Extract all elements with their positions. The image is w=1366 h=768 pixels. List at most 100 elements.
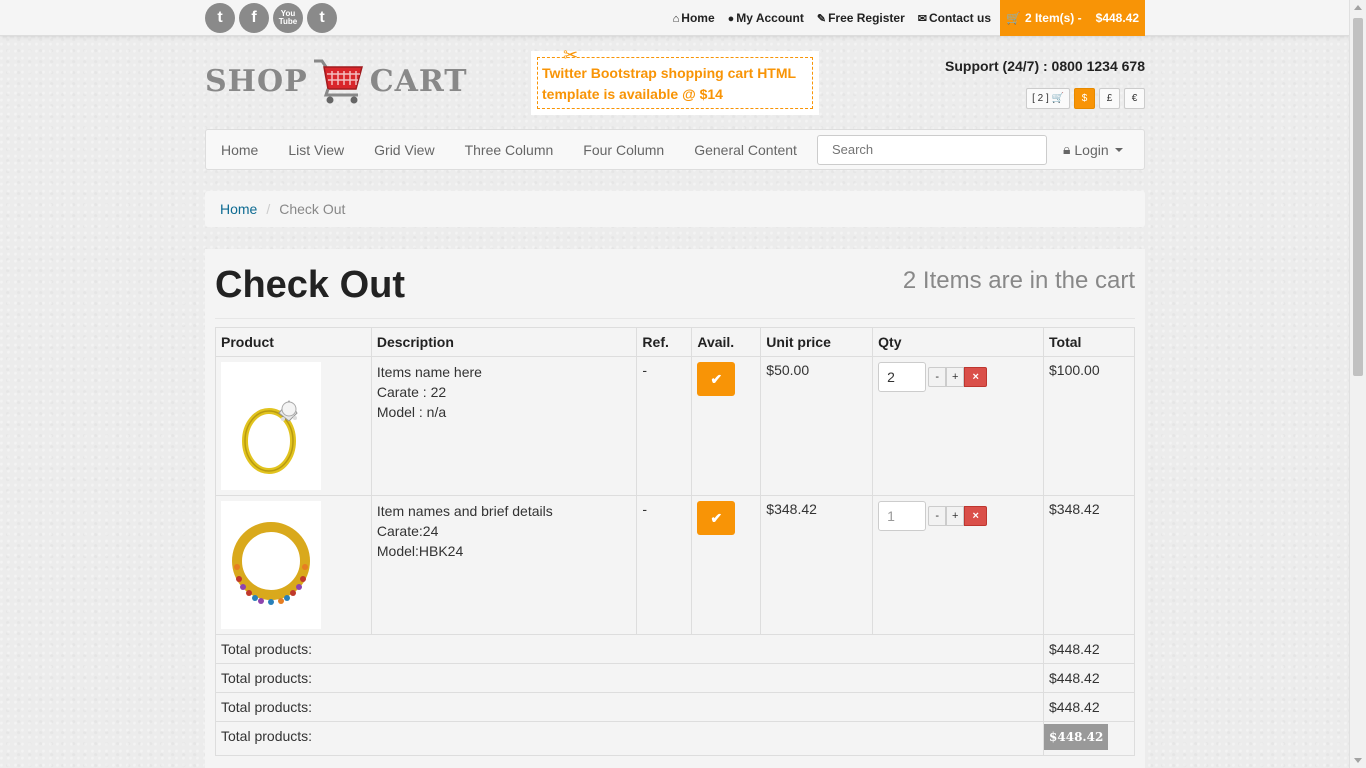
nav-item-three-column[interactable]: Three Column (450, 142, 569, 158)
page-scrollbar[interactable] (1349, 0, 1366, 768)
scrollbar-thumb[interactable] (1353, 18, 1363, 376)
nav-item-grid-view[interactable]: Grid View (359, 142, 449, 158)
product-model: Model : n/a (376, 404, 447, 420)
cart-summary-button[interactable]: 🛒 2 Item(s) - $448.42 (1000, 0, 1145, 36)
tumblr-icon[interactable]: t (307, 3, 337, 33)
site-logo[interactable]: SHOP CART (205, 56, 468, 106)
increase-qty-button[interactable]: + (946, 506, 965, 526)
top-link-home-label: Home (681, 11, 715, 25)
top-link-register-label: Free Register (828, 11, 905, 25)
totals-value: $448.42 (1043, 692, 1135, 722)
nav-item-general-content[interactable]: General Content (679, 142, 812, 158)
totals-label: Total products: (214, 634, 1045, 664)
nav-item-list-view[interactable]: List View (273, 142, 359, 158)
product-ref: - (636, 495, 693, 635)
login-label: Login (1074, 141, 1109, 158)
breadcrumb-separator: / (266, 201, 271, 217)
header-total: Total (1043, 327, 1135, 357)
currency-usd-button[interactable]: $ (1074, 88, 1095, 109)
check-icon[interactable]: ✔ (697, 501, 736, 535)
increase-qty-button[interactable]: + (946, 367, 965, 387)
user-icon: ● (727, 13, 735, 25)
product-cell (215, 356, 372, 496)
mini-cart-count: [ 2 ] (1032, 93, 1049, 104)
remove-item-button[interactable]: × (964, 506, 988, 526)
promo-banner[interactable]: ✂ Twitter Bootstrap shopping cart HTML t… (531, 45, 819, 115)
header-unit-price: Unit price (760, 327, 874, 357)
cart-items-count: 2 Item(s) - (1024, 11, 1082, 25)
page-title: Check Out (215, 264, 406, 306)
currency-gbp-button[interactable]: £ (1099, 88, 1120, 109)
currency-eur-button[interactable]: € (1124, 88, 1145, 109)
header-qty: Qty (872, 327, 1045, 357)
product-cell (215, 495, 372, 635)
totals-label: Total products: (214, 663, 1045, 693)
top-link-home[interactable]: ⌂ Home (673, 11, 715, 25)
youtube-icon[interactable]: You Tube (273, 3, 303, 33)
product-carate: Carate:24 (376, 523, 439, 539)
scroll-up-icon[interactable] (1354, 5, 1362, 10)
lock-icon: 🔒︎ (1062, 141, 1071, 157)
totals-label: Total products: (214, 692, 1045, 722)
top-link-register[interactable]: ✎ Free Register (817, 11, 905, 25)
search-input[interactable] (816, 134, 1047, 165)
mini-cart-button[interactable]: [ 2 ] 🛒 (1026, 88, 1070, 109)
totals-row: Total products: $448.42 (214, 634, 1135, 664)
top-bar: t f You Tube t ⌂ Home ● My Account ✎ Free R… (0, 0, 1349, 36)
scroll-down-icon[interactable] (1354, 758, 1362, 763)
decrease-qty-button[interactable]: - (928, 367, 947, 387)
grand-total-cell: $448.42 (1043, 721, 1135, 756)
decrease-qty-button[interactable]: - (928, 506, 947, 526)
shopping-basket-icon (312, 57, 366, 105)
product-avail-cell: ✔ (691, 495, 762, 635)
product-unit-price: $50.00 (760, 356, 874, 496)
product-qty-cell: - + × (872, 356, 1045, 496)
top-links: ⌂ Home ● My Account ✎ Free Register ✉ Contac… (673, 0, 991, 36)
top-link-account[interactable]: ● My Account (728, 11, 804, 25)
nav-item-four-column[interactable]: Four Column (568, 142, 679, 158)
remove-item-button[interactable]: × (964, 367, 988, 387)
twitter-icon[interactable]: t (205, 3, 235, 33)
check-icon[interactable]: ✔ (697, 362, 736, 396)
product-model: Model:HBK24 (376, 543, 464, 559)
quantity-input[interactable] (878, 501, 927, 531)
logo-text-right: CART (369, 63, 468, 99)
breadcrumb-current: Check Out (279, 201, 346, 217)
cart-count-text: 2 Items are in the cart (902, 267, 1135, 294)
cart-table: Product Description Ref. Avail. Unit pri… (214, 327, 1135, 756)
grand-total-badge: $448.42 (1044, 724, 1109, 750)
header-description: Description (370, 327, 638, 357)
cart-icon: 🛒 (1051, 93, 1064, 104)
header-avail: Avail. (691, 327, 762, 357)
product-description: Item names and brief details Carate:24 M… (370, 495, 638, 635)
shopping-cart-icon: 🛒 (1006, 11, 1021, 25)
nav-item-home[interactable]: Home (206, 142, 273, 158)
totals-row: Total products: $448.42 (214, 721, 1135, 756)
product-image-necklace[interactable] (221, 501, 321, 629)
table-row: Items name here Carate : 22 Model : n/a … (215, 356, 1135, 496)
cart-total-price: $448.42 (1095, 11, 1140, 25)
product-image-ring[interactable] (221, 362, 321, 490)
currency-switcher: [ 2 ] 🛒 $ £ € (1026, 88, 1145, 109)
facebook-icon[interactable]: f (239, 3, 269, 33)
product-avail-cell: ✔ (691, 356, 762, 496)
breadcrumb-home-link[interactable]: Home (220, 201, 257, 217)
promo-text: Twitter Bootstrap shopping cart HTML tem… (537, 57, 813, 109)
header-product: Product (215, 327, 372, 357)
product-total: $348.42 (1043, 495, 1135, 635)
scissors-icon: ✂ (563, 45, 579, 65)
top-link-contact[interactable]: ✉ Contact us (918, 11, 991, 25)
chevron-down-icon (1114, 147, 1123, 152)
header-ref: Ref. (636, 327, 693, 357)
product-description: Items name here Carate : 22 Model : n/a (370, 356, 638, 496)
quantity-input[interactable] (878, 362, 927, 392)
home-icon: ⌂ (672, 13, 680, 25)
totals-value: $448.42 (1043, 663, 1135, 693)
product-qty-cell: - + × (872, 495, 1045, 635)
totals-label: Total products: (214, 721, 1045, 756)
login-dropdown[interactable]: 🔒︎ Login (1063, 141, 1123, 158)
product-ref: - (636, 356, 693, 496)
totals-row: Total products: $448.42 (214, 663, 1135, 693)
table-row: Item names and brief details Carate:24 M… (215, 495, 1135, 635)
breadcrumb: Home / Check Out (205, 191, 1145, 227)
